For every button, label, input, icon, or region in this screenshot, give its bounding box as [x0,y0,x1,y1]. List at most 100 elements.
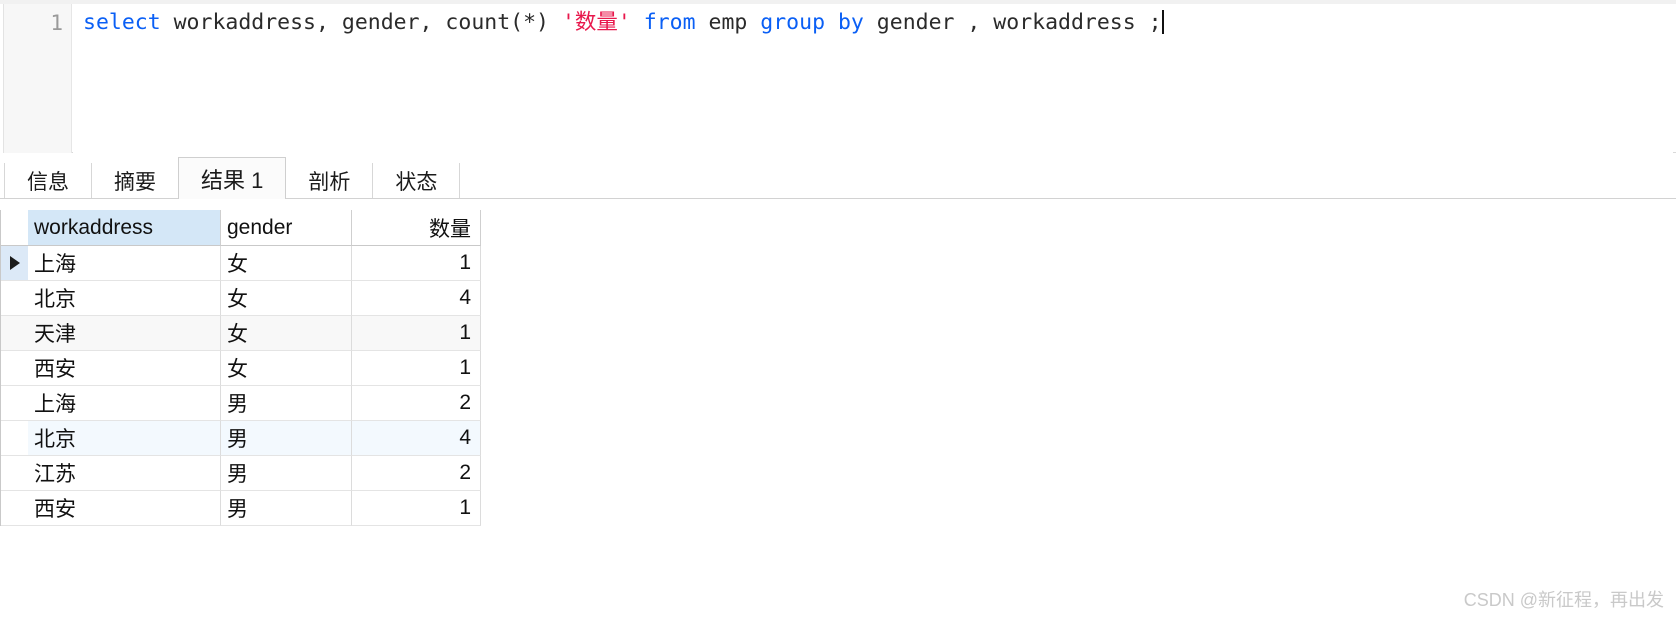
sql-editor-pane[interactable]: 1 select workaddress, gender, count(*) '… [0,0,1676,153]
cell-workaddress[interactable]: 天津 [28,316,221,351]
cell-value: 1 [459,356,471,379]
sql-client-window: 1 select workaddress, gender, count(*) '… [0,0,1676,622]
editor-gutter: 1 [4,4,72,153]
cell-workaddress[interactable]: 上海 [28,386,221,421]
cell-value: 1 [459,251,471,274]
cell-数量[interactable]: 1 [352,316,481,351]
cell-value: 4 [459,426,471,449]
cell-value: 男 [227,428,248,451]
cell-value: 1 [459,496,471,519]
tab-item-4[interactable]: 状态 [372,163,461,199]
cell-数量[interactable]: 2 [352,386,481,421]
cell-数量[interactable]: 1 [352,491,481,526]
cell-workaddress[interactable]: 上海 [28,246,221,281]
cell-gender[interactable]: 男 [221,421,352,456]
table-row[interactable]: 西安 女 1 [1,351,481,386]
cell-value: 江苏 [34,463,76,486]
cell-数量[interactable]: 1 [352,351,481,386]
cell-value: 2 [459,391,471,414]
cell-数量[interactable]: 4 [352,281,481,316]
cell-value: 北京 [34,428,76,451]
cell-value: 4 [459,286,471,309]
cell-gender[interactable]: 女 [221,281,352,316]
row-gutter-6[interactable] [1,456,28,491]
column-header-label: 数量 [429,217,471,241]
sql-token-4: from [643,10,696,35]
table-row[interactable]: 江苏 男 2 [1,456,481,491]
cell-value: 西安 [34,498,76,521]
editor-code-area[interactable]: select workaddress, gender, count(*) '数量… [73,4,1673,153]
sql-token-3 [631,10,644,35]
cell-value: 北京 [34,288,76,311]
cell-value: 西安 [34,358,76,381]
cell-gender[interactable]: 女 [221,351,352,386]
cell-value: 上海 [34,393,76,416]
row-gutter-3[interactable] [1,351,28,386]
sql-token-2: '数量' [561,10,631,35]
text-caret [1161,10,1164,34]
cell-value: 2 [459,461,471,484]
cell-workaddress[interactable]: 西安 [28,491,221,526]
row-gutter-4[interactable] [1,386,28,421]
tab-item-1[interactable]: 摘要 [91,163,179,199]
tab-item-0[interactable]: 信息 [4,163,92,199]
grid-header-row: workaddress gender 数量 [1,210,481,246]
grid-header-gutter [1,210,28,246]
table-row[interactable]: 北京 女 4 [1,281,481,316]
sql-token-6: group by [760,10,864,35]
sql-token-5: emp [695,10,761,35]
sql-statement-line[interactable]: select workaddress, gender, count(*) '数量… [83,8,1164,38]
line-number-1: 1 [50,11,63,35]
tab-result-active[interactable]: 结果 1 [178,157,287,199]
cell-workaddress[interactable]: 北京 [28,281,221,316]
table-row[interactable]: 北京 男 4 [1,421,481,456]
column-header-label: gender [227,215,293,239]
row-gutter-5[interactable] [1,421,28,456]
tab-label: 剖析 [308,171,351,194]
column-header-workaddress[interactable]: workaddress [28,210,221,246]
column-header-gender[interactable]: gender [221,210,352,246]
column-header-数量[interactable]: 数量 [352,210,481,246]
table-row[interactable]: 天津 女 1 [1,316,481,351]
cell-workaddress[interactable]: 西安 [28,351,221,386]
cell-数量[interactable]: 4 [352,421,481,456]
cell-数量[interactable]: 2 [352,456,481,491]
watermark-text: CSDN @新征程，再出发 [1463,590,1664,610]
table-row[interactable]: 上海 男 2 [1,386,481,421]
cell-gender[interactable]: 男 [221,456,352,491]
cell-workaddress[interactable]: 北京 [28,421,221,456]
cell-gender[interactable]: 男 [221,491,352,526]
row-gutter-1[interactable] [1,281,28,316]
table-row[interactable]: 上海 女 1 [1,246,481,281]
cell-value: 天津 [34,323,76,346]
cell-数量[interactable]: 1 [352,246,481,281]
tab-label: 信息 [27,171,69,194]
row-gutter-0[interactable] [1,246,28,281]
tab-label: 状态 [395,171,438,194]
tab-label: 摘要 [114,171,156,194]
row-gutter-2[interactable] [1,316,28,351]
tab-label: 结果 1 [201,167,264,193]
sql-token-7: gender , workaddress ; [863,10,1162,35]
cell-workaddress[interactable]: 江苏 [28,456,221,491]
cell-value: 男 [227,463,248,486]
cell-value: 女 [227,358,248,381]
cell-value: 上海 [34,253,76,276]
cell-value: 男 [227,498,248,521]
cell-gender[interactable]: 男 [221,386,352,421]
cell-value: 女 [227,323,248,346]
sql-token-0: select [83,10,174,35]
cell-gender[interactable]: 女 [221,316,352,351]
result-tabstrip: 信息 摘要 结果 1 剖析 状态 [0,154,1676,199]
cell-value: 女 [227,253,248,276]
cell-value: 男 [227,393,248,416]
cell-value: 1 [459,321,471,344]
cell-gender[interactable]: 女 [221,246,352,281]
tab-item-3[interactable]: 剖析 [285,163,374,199]
column-header-label: workaddress [34,215,154,239]
current-row-arrow-icon [10,256,20,270]
row-gutter-7[interactable] [1,491,28,526]
results-grid[interactable]: workaddress gender 数量 上海女 1 北京女 4 天津女 1 西安女 1 上海男 2 北… [0,210,481,526]
table-row[interactable]: 西安 男 1 [1,491,481,526]
sql-token-1: workaddress, gender, count(*) [173,10,562,35]
